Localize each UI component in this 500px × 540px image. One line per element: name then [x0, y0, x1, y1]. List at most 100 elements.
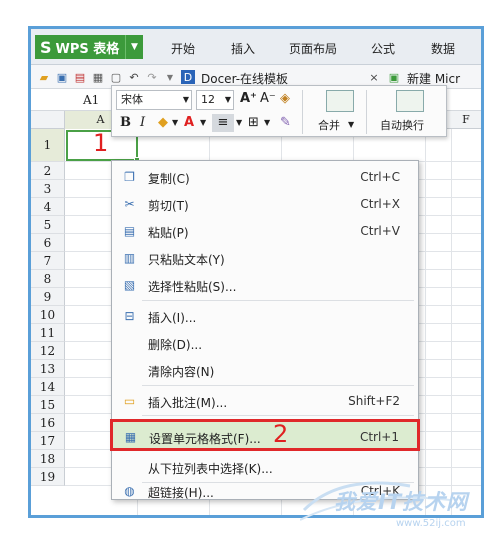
row-header[interactable]: 3: [31, 180, 65, 198]
clear-format-icon[interactable]: ◈: [280, 90, 290, 108]
format-painter-icon[interactable]: ✎: [280, 114, 291, 132]
row-header[interactable]: 10: [31, 306, 65, 324]
chevron-down-icon[interactable]: ▼: [236, 114, 242, 132]
shrink-font-button[interactable]: A⁻: [260, 90, 276, 108]
tab-insert[interactable]: 插入: [231, 40, 255, 57]
paste-text-icon: ▥: [123, 250, 136, 265]
chevron-down-icon[interactable]: ▼: [200, 114, 206, 132]
row-header[interactable]: 17: [31, 432, 65, 450]
row-header[interactable]: 9: [31, 288, 65, 306]
chevron-down-icon[interactable]: ▼: [264, 114, 270, 132]
wrap-text-button[interactable]: 自动换行: [380, 117, 424, 133]
menu-item-shortcut: Ctrl+1: [359, 430, 399, 444]
menu-item-cut[interactable]: ✂ 剪切(T) Ctrl+X: [112, 190, 418, 217]
menu-item-label: 选择性粘贴(S)...: [148, 280, 237, 294]
wps-app-menu-button[interactable]: S WPS 表格 ▼: [35, 35, 143, 59]
tab-page-layout[interactable]: 页面布局: [289, 40, 337, 57]
font-name-value: 宋体: [121, 93, 143, 106]
row-header[interactable]: 6: [31, 234, 65, 252]
menu-item-shortcut: Shift+F2: [348, 394, 400, 408]
comment-icon: ▭: [123, 393, 136, 408]
align-center-icon[interactable]: ≡: [212, 114, 234, 132]
column-header-f[interactable]: F: [451, 111, 481, 129]
chevron-down-icon[interactable]: ▼: [348, 116, 354, 134]
menu-item-label: 粘贴(P): [148, 226, 189, 240]
name-box[interactable]: A1: [83, 93, 99, 107]
app-window: S WPS 表格 ▼ 开始 插入 页面布局 公式 数据 ▰ ▣ ▤ ▦ ▢ ↶ …: [28, 26, 484, 518]
menu-item-label: 只粘贴文本(Y): [148, 253, 225, 267]
font-size-select[interactable]: 12 ▼: [196, 90, 234, 110]
row-header[interactable]: 5: [31, 216, 65, 234]
row-header[interactable]: 13: [31, 360, 65, 378]
menu-item-clear-contents[interactable]: 清除内容(N): [112, 356, 418, 383]
hyperlink-icon: ◍: [124, 483, 135, 498]
watermark-text: 我爱IT技术网: [334, 490, 469, 514]
menu-item-paste-special[interactable]: ▧ 选择性粘贴(S)...: [112, 271, 418, 298]
select-all-corner[interactable]: [31, 111, 65, 129]
menu-item-shortcut: Ctrl+V: [360, 224, 400, 238]
row-header[interactable]: 15: [31, 396, 65, 414]
menu-item-paste[interactable]: ▤ 粘贴(P) Ctrl+V: [112, 217, 418, 244]
save-icon[interactable]: ▣: [55, 70, 69, 84]
chevron-down-icon[interactable]: ▼: [172, 114, 178, 132]
format-cells-icon: ▦: [124, 429, 137, 444]
print-icon[interactable]: ▦: [91, 70, 105, 84]
menu-item-delete[interactable]: 删除(D)...: [112, 329, 418, 356]
font-name-select[interactable]: 宋体 ▼: [116, 90, 192, 110]
close-icon[interactable]: ×: [367, 70, 381, 84]
print-preview-icon[interactable]: ▢: [109, 70, 123, 84]
undo-icon[interactable]: ↶: [127, 70, 141, 84]
row-header[interactable]: 12: [31, 342, 65, 360]
row-header[interactable]: 14: [31, 378, 65, 396]
row-header[interactable]: 1: [31, 129, 65, 162]
redo-icon[interactable]: ↷: [145, 70, 159, 84]
font-color-icon[interactable]: A: [184, 114, 194, 132]
menu-item-insert-comment[interactable]: ▭ 插入批注(M)... Shift+F2: [112, 387, 418, 414]
row-header[interactable]: 4: [31, 198, 65, 216]
menu-item-format-cells[interactable]: ▦ 设置单元格格式(F)... 2 Ctrl+1: [110, 419, 420, 451]
menu-item-label: 清除内容(N): [148, 365, 215, 379]
sheet-icon: ▣: [388, 70, 400, 84]
menu-item-insert[interactable]: ⊟ 插入(I)...: [112, 302, 418, 329]
watermark: 我爱IT技术网 www.52ij.com: [299, 470, 496, 536]
menu-item-copy[interactable]: ❐ 复制(C) Ctrl+C: [112, 163, 418, 190]
italic-button[interactable]: I: [140, 114, 145, 132]
row-header[interactable]: 16: [31, 414, 65, 432]
chevron-down-icon: ▼: [182, 95, 189, 104]
menu-item-label: 插入(I)...: [148, 311, 197, 325]
row-header[interactable]: 2: [31, 162, 65, 180]
bold-button[interactable]: B: [120, 114, 131, 132]
tab-data[interactable]: 数据: [431, 40, 455, 57]
wrap-text-icon[interactable]: [396, 90, 424, 112]
watermark-url: www.52ij.com: [396, 518, 466, 529]
open-folder-icon[interactable]: ▰: [37, 70, 51, 84]
row-header[interactable]: 11: [31, 324, 65, 342]
grow-font-button[interactable]: A⁺: [240, 90, 257, 108]
title-bar: S WPS 表格 ▼ 开始 插入 页面布局 公式 数据: [31, 29, 481, 65]
tab-formula[interactable]: 公式: [371, 40, 395, 57]
chevron-down-icon[interactable]: ▼: [125, 35, 143, 59]
row-header[interactable]: 8: [31, 270, 65, 288]
chevron-down-icon[interactable]: ▼: [163, 70, 177, 84]
merge-cells-button[interactable]: 合并: [318, 117, 340, 133]
chevron-down-icon: ▼: [224, 95, 231, 104]
row-header[interactable]: 19: [31, 468, 65, 486]
tab-home[interactable]: 开始: [171, 40, 195, 57]
menu-item-label: 超链接(H)...: [148, 486, 214, 500]
toolbar-separator: [366, 90, 367, 134]
borders-icon[interactable]: ⊞: [248, 114, 259, 132]
step-number-2: 2: [273, 420, 289, 448]
row-header[interactable]: 18: [31, 450, 65, 468]
wps-logo-icon: S: [40, 37, 52, 57]
paste-icon: ▤: [123, 223, 136, 238]
menu-item-shortcut: Ctrl+C: [360, 170, 400, 184]
fill-color-icon[interactable]: ◆: [158, 114, 168, 132]
menu-item-paste-text[interactable]: ▥ 只粘贴文本(Y): [112, 244, 418, 271]
insert-cells-icon: ⊟: [124, 308, 135, 323]
export-pdf-icon[interactable]: ▤: [73, 70, 87, 84]
row-header[interactable]: 7: [31, 252, 65, 270]
merge-cells-icon[interactable]: [326, 90, 354, 112]
context-menu: ❐ 复制(C) Ctrl+C ✂ 剪切(T) Ctrl+X ▤ 粘贴(P) Ct…: [110, 160, 420, 500]
copy-icon: ❐: [124, 169, 135, 184]
cut-icon: ✂: [124, 196, 135, 211]
